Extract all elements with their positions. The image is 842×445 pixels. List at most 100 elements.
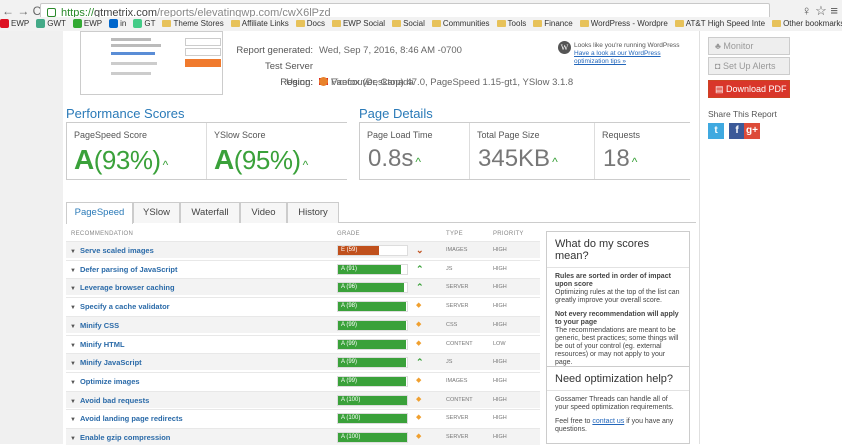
size-value: 345KB (478, 145, 551, 172)
recommendation-priority: HIGH (493, 247, 507, 253)
recommendation-name[interactable]: ▼ Serve scaled images (70, 246, 154, 255)
tab-yslow[interactable]: YSlow (133, 202, 180, 223)
expand-caret-icon[interactable]: ▼ (70, 399, 76, 405)
recommendation-name[interactable]: ▼ Avoid landing page redirects (70, 414, 183, 423)
table-row[interactable]: ▼ Defer parsing of JavaScript A (91) ⌃ JS HIG… (66, 259, 540, 277)
bookmark-item[interactable]: Theme Stores (162, 17, 224, 30)
recommendation-label: Serve scaled images (79, 246, 154, 255)
recommendation-name[interactable]: ▼ Avoid bad requests (70, 396, 149, 405)
table-row[interactable]: ▼ Optimize images A (99) ◆ IMAGES HIGH (66, 371, 540, 389)
contact-us-link[interactable]: contact us (592, 418, 624, 425)
expand-caret-icon[interactable]: ▼ (70, 417, 76, 423)
recommendation-name[interactable]: ▼ Defer parsing of JavaScript (70, 265, 178, 274)
bookmark-item[interactable]: Social (392, 17, 425, 30)
bookmark-item[interactable]: Tools (496, 17, 526, 30)
bookmark-favicon-icon (109, 19, 119, 28)
bookmarks-bar: EWP GWT EWP in GT Theme Stores Affiliate Links… (0, 17, 842, 31)
table-row[interactable]: ▼ Serve scaled images E (59) ⌄ IMAGES HIGH (66, 241, 540, 258)
tab-video[interactable]: Video (240, 202, 287, 223)
table-row[interactable]: ▼ Avoid bad requests A (100) ◆ CONTENT HIGH (66, 390, 540, 408)
bookmark-item[interactable]: AT&T High Speed Inte (674, 17, 766, 30)
up-arrow-icon: ^ (302, 158, 309, 172)
folder-icon (392, 20, 402, 27)
bookmark-item[interactable]: Other bookmarks (772, 17, 842, 30)
bookmark-label: AT&T High Speed Inte (685, 19, 766, 28)
table-row[interactable]: ▼ Minify CSS A (99) ◆ CSS HIGH (66, 315, 540, 333)
bookmark-item[interactable]: GWT (36, 17, 66, 30)
expand-caret-icon[interactable]: ▼ (70, 343, 76, 349)
recommendation-name[interactable]: ▼ Minify HTML (70, 340, 125, 349)
grade-text: A (100) (341, 396, 361, 403)
help-text-1: Gossamer Threads can handle all of your … (555, 396, 674, 411)
twitter-icon[interactable]: t (708, 123, 724, 139)
recommendation-label: Avoid bad requests (79, 395, 150, 405)
recommendation-name[interactable]: ▼ Specify a cache validator (70, 302, 170, 311)
bookmark-item[interactable]: Finance (533, 17, 573, 30)
firefox-icon (319, 77, 328, 86)
table-row[interactable]: ▼ Minify JavaScript A (99) ⌃ JS HIGH (66, 353, 540, 371)
grade-text: A (99) (341, 359, 358, 366)
folder-icon (533, 20, 543, 27)
site-screenshot-thumbnail[interactable] (80, 31, 223, 95)
grade-text: A (99) (341, 340, 358, 347)
facebook-icon[interactable]: f (729, 123, 745, 139)
alerts-button[interactable]: ◘ Set Up Alerts (708, 57, 790, 75)
tab-pagespeed[interactable]: PageSpeed (66, 202, 133, 224)
expand-caret-icon[interactable]: ▼ (70, 436, 76, 442)
recommendation-label: Optimize images (79, 376, 140, 386)
bookmark-item[interactable]: GT (133, 17, 155, 30)
bookmark-label: in (120, 19, 127, 28)
expand-caret-icon[interactable]: ▼ (70, 361, 76, 367)
table-row[interactable]: ▼ Leverage browser caching A (96) ⌃ SERVER HI… (66, 278, 540, 296)
expand-caret-icon[interactable]: ▼ (70, 305, 76, 311)
recommendation-name[interactable]: ▼ Minify JavaScript (70, 358, 142, 367)
expand-caret-icon[interactable]: ▼ (70, 380, 76, 386)
bookmark-favicon-icon (133, 19, 143, 28)
help-text-2a: Feel free to (555, 418, 593, 425)
diamond-icon: ◆ (416, 376, 422, 384)
recommendation-type: SERVER (446, 284, 469, 291)
performance-scores-box: PageSpeed Score A(93%) ^ YSlow Score A(95… (66, 122, 347, 180)
pdf-icon: ▤ (715, 84, 727, 94)
bookmark-item[interactable]: in (109, 17, 126, 30)
bookmark-item[interactable]: WordPress - Wordpre (579, 17, 668, 30)
recommendation-name[interactable]: ▼ Optimize images (70, 377, 140, 386)
recommendation-name[interactable]: ▼ Enable gzip compression (70, 433, 170, 442)
table-row[interactable]: ▼ Specify a cache validator A (98) ◆ SERVER H… (66, 297, 540, 314)
bookmark-item[interactable]: EWP Social (331, 17, 385, 30)
folder-icon (579, 20, 589, 27)
grade-text: E (59) (341, 247, 358, 253)
table-row[interactable]: ▼ Minify HTML A (99) ◆ CONTENT LOW (66, 334, 540, 352)
bookmark-item[interactable]: Docs (295, 17, 325, 30)
download-pdf-button[interactable]: ▤ Download PDF (708, 80, 790, 98)
monitor-button[interactable]: ♣ Monitor (708, 37, 790, 55)
expand-caret-icon[interactable]: ▼ (70, 286, 76, 292)
grade-text: A (98) (341, 303, 358, 310)
expand-caret-icon[interactable]: ▼ (70, 249, 76, 255)
recommendation-priority: HIGH (493, 396, 507, 403)
header-recommendation: RECOMMENDATION (71, 231, 134, 237)
wordpress-tips-link[interactable]: Have a look at our WordPress optimizatio… (574, 50, 694, 66)
up-arrow-icon: ^ (631, 155, 638, 169)
back-forward-icons[interactable]: ← → C (2, 4, 41, 18)
bookmark-item[interactable]: Affiliate Links (230, 17, 289, 30)
tab-waterfall[interactable]: Waterfall (180, 202, 240, 223)
bookmark-item[interactable]: EWP (72, 17, 102, 30)
using-label: Using: (286, 77, 313, 88)
expand-caret-icon[interactable]: ▼ (70, 324, 76, 330)
recommendation-type: CONTENT (446, 396, 473, 403)
bookmark-item[interactable]: EWP (0, 17, 29, 30)
table-row[interactable]: ▼ Enable gzip compression A (100) ◆ SERVER HI… (66, 428, 540, 445)
header-type: TYPE (446, 231, 463, 237)
tab-history[interactable]: History (287, 202, 339, 223)
table-row[interactable]: ▼ Avoid landing page redirects A (100) ◆ SER… (66, 409, 540, 426)
recommendation-name[interactable]: ▼ Minify CSS (70, 321, 119, 330)
grade-bar: A (100) (337, 432, 408, 443)
recommendation-type: IMAGES (446, 377, 468, 384)
bookmark-item[interactable]: Communities (431, 17, 490, 30)
recommendation-name[interactable]: ▼ Leverage browser caching (70, 283, 175, 292)
performance-title: Performance Scores (66, 106, 185, 121)
expand-caret-icon[interactable]: ▼ (70, 268, 76, 274)
google-plus-icon[interactable]: g+ (744, 123, 760, 139)
explainer-bold-2: Not every recommendation will apply to y… (555, 311, 679, 326)
